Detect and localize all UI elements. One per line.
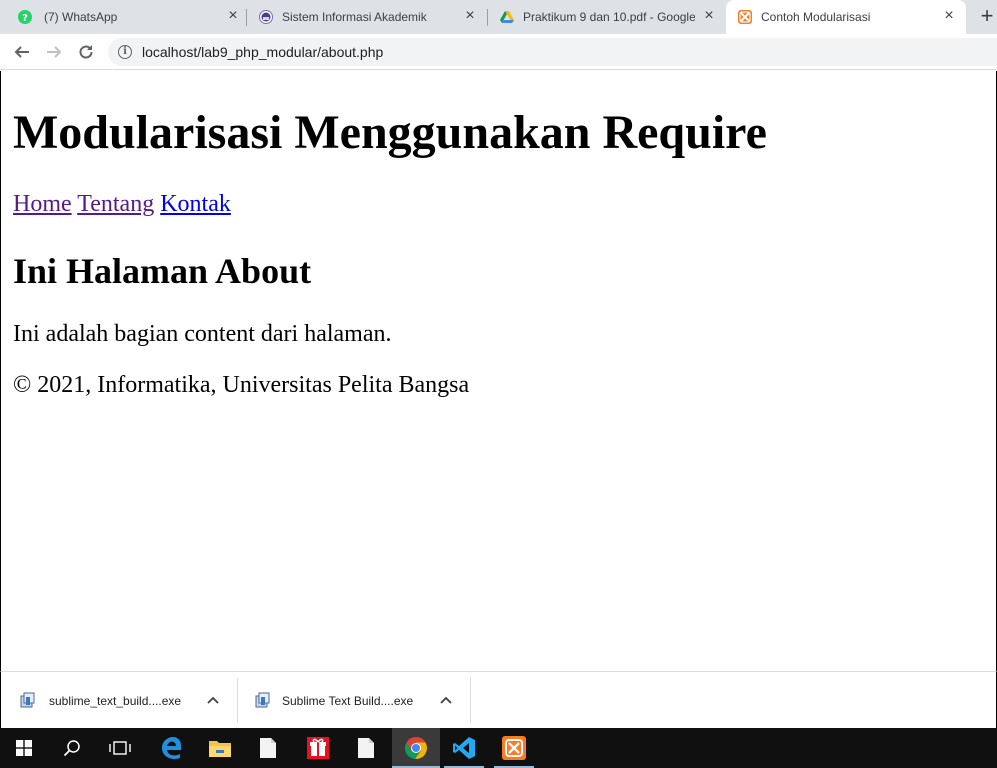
close-tab-icon[interactable]: × [940,7,958,25]
academic-logo-icon [259,10,273,24]
taskbar-file[interactable] [342,728,390,768]
download-filename: sublime_text_build....exe [49,694,182,708]
new-tab-button[interactable]: + [976,5,997,27]
nav-link-home[interactable]: Home [13,191,72,217]
installer-icon [20,692,35,708]
vscode-icon [453,737,475,759]
taskbar-file-explorer[interactable] [196,728,244,768]
download-item[interactable]: Sublime Text Build....exe [238,678,470,723]
tab-title: Praktikum 9 dan 10.pdf - Google [523,10,695,24]
tab-contoh-modularisasi[interactable]: Contoh Modularisasi × [726,0,966,34]
windows-logo-icon [16,740,32,756]
close-tab-icon[interactable]: × [224,7,242,25]
taskbar-xampp[interactable] [490,728,538,768]
content-paragraph: Ini adalah bagian content dari halaman. [13,321,392,347]
browser-toolbar: i localhost/lab9_php_modular/about.php [0,34,997,70]
gift-icon [307,737,329,759]
svg-text:?: ? [22,13,28,24]
taskbar-gift-app[interactable] [294,728,342,768]
footer-text: © 2021, Informatika, Universitas Pelita … [13,372,470,398]
google-drive-icon [500,10,514,24]
download-bar: sublime_text_build....exe Sublime Text B… [0,671,997,728]
whatsapp-icon: ? [18,10,32,24]
file-icon [260,738,276,758]
page-content: Modularisasi Menggunakan Require Home Te… [0,71,997,671]
tab-title: Contoh Modularisasi [761,10,871,24]
address-bar[interactable]: i localhost/lab9_php_modular/about.php [108,38,997,66]
site-info-icon[interactable]: i [118,45,132,59]
taskbar-chrome[interactable] [392,728,440,768]
page-subheading: Ini Halaman About [13,251,312,291]
nav-link-kontak[interactable]: Kontak [160,191,231,217]
task-view-icon [109,741,131,755]
folder-icon [209,741,231,757]
task-view-button[interactable] [96,728,144,768]
page-heading: Modularisasi Menggunakan Require [13,106,767,159]
close-tab-icon[interactable]: × [461,7,479,25]
forward-button[interactable] [40,38,68,66]
tab-academic[interactable]: Sistem Informasi Akademik × [247,0,487,34]
page-nav: Home Tentang Kontak [13,190,231,218]
url-text[interactable]: localhost/lab9_php_modular/about.php [142,44,383,60]
xampp-icon [738,10,752,24]
windows-taskbar [0,728,997,768]
taskbar-file[interactable] [244,728,292,768]
reload-button[interactable] [72,38,100,66]
browser-tab-strip: ? (7) WhatsApp × Sistem Informasi Akadem… [0,0,997,34]
chevron-up-icon[interactable] [203,690,223,710]
file-icon [358,738,374,758]
nav-link-tentang[interactable]: Tentang [77,191,154,217]
reload-icon [79,45,93,59]
chrome-icon [404,737,428,760]
search-icon [63,740,80,757]
close-tab-icon[interactable]: × [700,7,718,25]
start-button[interactable] [0,728,48,768]
forward-arrow-icon [47,46,62,58]
xampp-icon [502,736,526,760]
back-arrow-icon [14,46,29,58]
edge-icon [162,737,182,759]
tab-title: (7) WhatsApp [44,10,118,24]
taskbar-edge[interactable] [148,728,196,768]
tab-title: Sistem Informasi Akademik [282,10,427,24]
download-filename: Sublime Text Build....exe [282,694,414,708]
tab-whatsapp[interactable]: ? (7) WhatsApp × [6,0,246,34]
installer-icon [255,692,270,708]
download-item[interactable]: sublime_text_build....exe [1,678,236,723]
tab-google-drive-pdf[interactable]: Praktikum 9 dan 10.pdf - Google × [488,0,724,34]
chevron-up-icon[interactable] [436,690,456,710]
taskbar-vscode[interactable] [440,728,488,768]
search-button[interactable] [48,728,96,768]
back-button[interactable] [8,38,36,66]
download-divider [470,678,471,723]
